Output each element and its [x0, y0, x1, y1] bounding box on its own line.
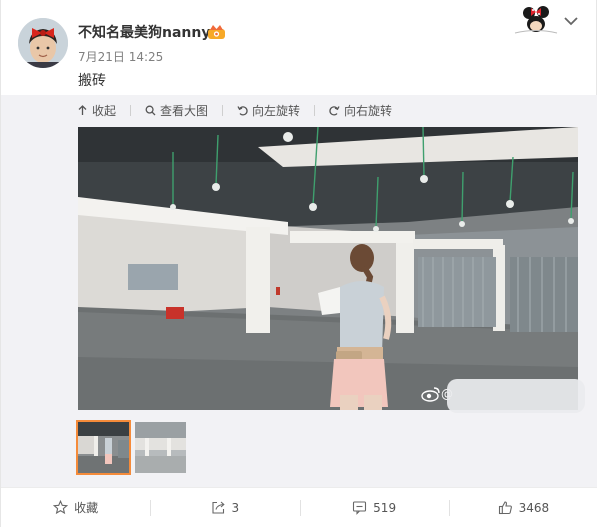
rotate-right-button[interactable]: 向右旋转	[329, 102, 392, 119]
repost-count: 3	[231, 500, 240, 515]
favorite-button[interactable]: 收藏	[1, 488, 150, 527]
weibo-post-card: 不知名最美狗nanny 7月21日 14:25 搬砖 收起 查看大图 向左旋转 …	[0, 0, 597, 527]
like-count: 3468	[518, 500, 550, 515]
thumbs-up-icon	[498, 501, 512, 515]
favorite-label: 收藏	[74, 501, 99, 515]
collapse-button[interactable]: 收起	[77, 102, 116, 119]
comment-icon	[353, 501, 367, 515]
minnie-mouse-sticker-icon	[514, 6, 558, 34]
photo-thumbnail[interactable]	[76, 420, 131, 475]
toolbar-divider	[314, 104, 316, 116]
toolbar-divider	[130, 104, 132, 116]
collapse-label: 收起	[92, 103, 117, 118]
chevron-down-icon[interactable]	[563, 15, 579, 27]
main-photo[interactable]	[78, 127, 578, 410]
post-timestamp[interactable]: 7月21日 14:25	[78, 48, 163, 65]
view-large-label: 查看大图	[160, 103, 209, 118]
repost-button[interactable]: 3	[150, 488, 299, 527]
weibo-logo-icon	[421, 387, 440, 402]
star-icon	[53, 500, 69, 515]
media-toolbar: 收起 查看大图 向左旋转 向右旋转	[77, 100, 406, 120]
arrow-up-icon	[78, 104, 87, 115]
like-button[interactable]: 3468	[448, 488, 597, 527]
rotate-right-label: 向右旋转	[344, 103, 393, 118]
rotate-left-button[interactable]: 向左旋转	[237, 102, 300, 119]
username[interactable]: 不知名最美狗nanny	[78, 22, 210, 42]
post-text: 搬砖	[78, 73, 106, 89]
repost-icon	[211, 501, 225, 514]
comment-count: 519	[373, 500, 397, 515]
watermark-blur	[447, 379, 585, 413]
post-action-bar: 收藏 3 519 3468	[1, 487, 597, 527]
vip-crown-icon[interactable]	[207, 24, 226, 40]
search-icon	[145, 105, 156, 115]
comment-button[interactable]: 519	[299, 488, 449, 527]
user-avatar[interactable]	[18, 18, 68, 68]
rotate-left-icon	[237, 105, 248, 116]
rotate-right-icon	[329, 105, 340, 116]
photo-thumbnail[interactable]	[135, 422, 186, 473]
rotate-left-label: 向左旋转	[252, 103, 301, 118]
toolbar-divider	[222, 104, 224, 116]
view-large-button[interactable]: 查看大图	[145, 102, 208, 119]
